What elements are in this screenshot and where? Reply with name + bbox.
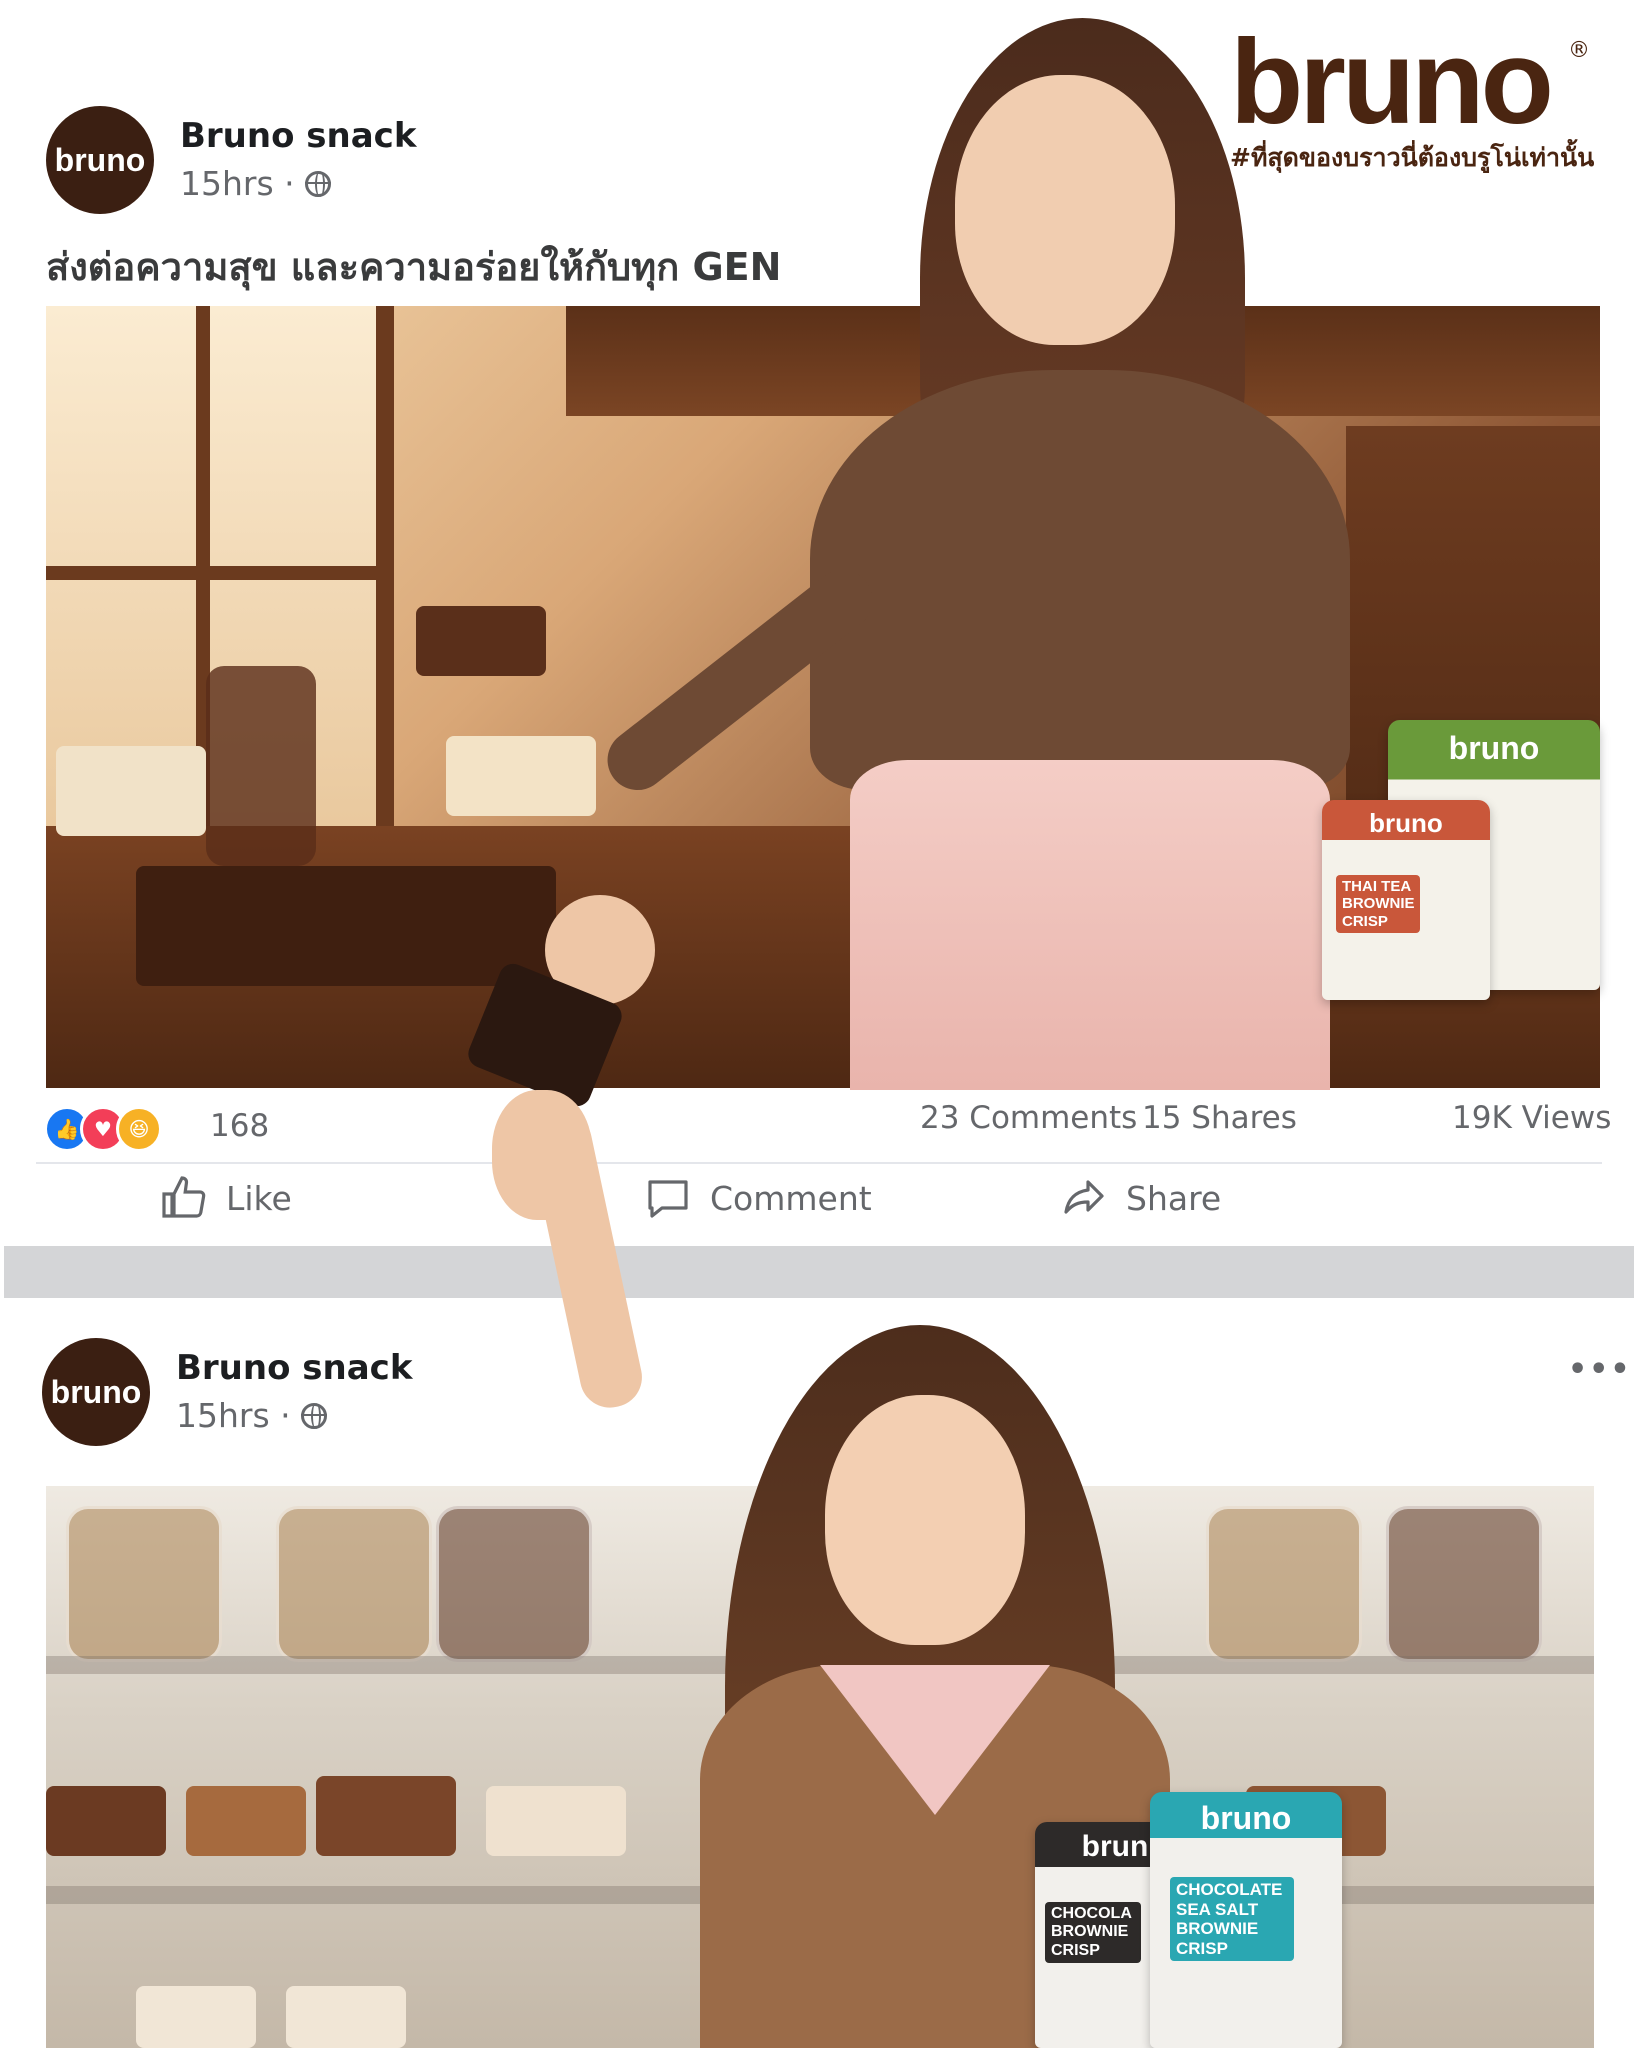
pack-flavor-label: CHOCOLA BROWNIE CRISP (1045, 1902, 1141, 1964)
post-time-text: 15hrs · (176, 1396, 291, 1435)
comments-count[interactable]: 23 Comments (920, 1100, 1137, 1136)
thumbs-up-icon (162, 1176, 206, 1218)
chocolate-tray (136, 866, 556, 986)
comment-label: Comment (710, 1178, 872, 1218)
bruno-brand-logo: bruno (1230, 15, 1554, 149)
cheesecake (446, 736, 596, 816)
sea-salt-brownie-pack: bruno CHOCOLATE SEA SALT BROWNIE CRISP (1150, 1792, 1342, 2048)
pack-brand-text: bruno (1369, 808, 1443, 838)
reaction-icons[interactable]: 👍 ♥ 😆 (44, 1106, 162, 1152)
girl-hand (492, 1090, 592, 1220)
pack-brand-text: bruno (1200, 1800, 1292, 1836)
post-caption: ส่งต่อความสุข และความอร่อยให้กับทุก GEN (46, 245, 782, 289)
feed-separator (4, 1246, 1634, 1298)
more-options-icon[interactable]: ••• (1568, 1352, 1632, 1387)
page-avatar[interactable]: bruno (46, 106, 154, 214)
page-avatar[interactable]: bruno (42, 1338, 150, 1446)
shares-count[interactable]: 15 Shares (1142, 1100, 1297, 1136)
woman-skirt (850, 760, 1330, 1090)
pack-flavor-label: THAI TEA BROWNIE CRISP (1336, 875, 1420, 933)
brand-tagline: #ที่สุดของบราวนี่ต้องบรูโน่เท่านั้น (1230, 143, 1595, 172)
reaction-count[interactable]: 168 (210, 1108, 269, 1144)
like-button[interactable]: Like (160, 1174, 292, 1222)
post-timestamp[interactable]: 15hrs · (176, 1396, 327, 1435)
registered-mark: ® (1568, 38, 1590, 63)
window-frame (46, 566, 376, 580)
globe-icon (304, 170, 331, 197)
pastry (186, 1786, 306, 1856)
post-time-text: 15hrs · (180, 164, 295, 203)
haha-icon: 😆 (116, 1106, 162, 1152)
like-label: Like (226, 1178, 292, 1218)
cookie-jar (276, 1506, 432, 1662)
cookie-jar (1206, 1506, 1362, 1662)
cupcake (136, 1986, 256, 2048)
cookie-jar (1386, 1506, 1542, 1662)
share-label: Share (1126, 1178, 1222, 1218)
girl-face (825, 1395, 1025, 1645)
cookie-jar (206, 666, 316, 866)
views-count: 19K Views (1452, 1100, 1612, 1136)
avatar-logo-text: bruno (50, 1373, 142, 1410)
avatar-logo-text: bruno (54, 141, 146, 178)
woman-dress (810, 370, 1350, 790)
pack-brand-text: bruno (1448, 730, 1540, 766)
woman-face (955, 75, 1175, 345)
cookie-jar (66, 1506, 222, 1662)
post-timestamp[interactable]: 15hrs · (180, 164, 331, 203)
globe-icon (300, 1402, 327, 1429)
pack-flavor-label: CHOCOLATE SEA SALT BROWNIE CRISP (1170, 1877, 1294, 1962)
comment-button[interactable]: Comment (644, 1174, 872, 1222)
share-button[interactable]: Share (1060, 1174, 1221, 1222)
page-name[interactable]: Bruno snack (176, 1348, 412, 1388)
divider (36, 1162, 1602, 1164)
comment-icon (648, 1180, 688, 1218)
pastry (486, 1786, 626, 1856)
pastry (316, 1776, 456, 1856)
chocolate-cake (416, 606, 546, 676)
page-name[interactable]: Bruno snack (180, 116, 416, 156)
cupcake (286, 1986, 406, 2048)
cream-cake (56, 746, 206, 836)
share-arrow-icon (1064, 1180, 1104, 1214)
thai-tea-brownie-pack: bruno THAI TEA BROWNIE CRISP (1322, 800, 1490, 1000)
pastry (46, 1786, 166, 1856)
cookie-jar (436, 1506, 592, 1662)
